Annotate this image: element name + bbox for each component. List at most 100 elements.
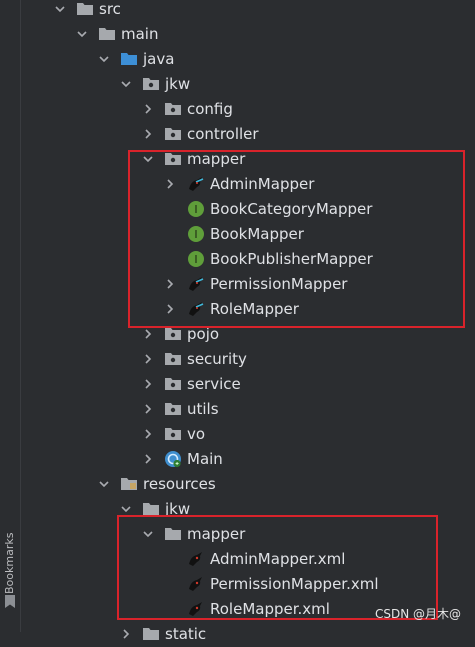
chevron-down-icon[interactable] — [142, 153, 154, 165]
package-icon — [165, 328, 181, 340]
folder-icon — [165, 528, 181, 540]
tree-node-static[interactable]: static — [21, 622, 475, 647]
tree-node-role-mapper[interactable]: RoleMapper — [21, 297, 475, 322]
mybatis-bird-icon — [189, 177, 204, 191]
package-icon — [165, 128, 181, 140]
tree-node-resources-mapper[interactable]: mapper — [21, 522, 475, 547]
tree-node-label: RoleMapper.xml — [210, 600, 330, 618]
package-icon — [143, 78, 159, 90]
interface-icon: I — [188, 251, 204, 267]
tree-node-src[interactable]: src — [21, 0, 475, 22]
tree-node-label: PermissionMapper — [210, 275, 348, 293]
tree-node-label: RoleMapper — [210, 300, 299, 318]
tree-node-label: utils — [187, 400, 219, 418]
chevron-right-icon[interactable] — [142, 453, 154, 465]
mybatis-xml-icon — [189, 552, 202, 566]
package-icon — [165, 153, 181, 165]
tree-node-label: pojo — [187, 325, 220, 343]
chevron-right-icon[interactable] — [164, 278, 176, 290]
chevron-right-icon[interactable] — [142, 403, 154, 415]
interface-icon: I — [188, 201, 204, 217]
chevron-right-icon[interactable] — [164, 178, 176, 190]
tree-node-pojo[interactable]: pojo — [21, 322, 475, 347]
tree-node-main[interactable]: main — [21, 22, 475, 47]
project-tree: src main java jkw config controller mapp… — [21, 0, 475, 643]
interface-letter: I — [194, 253, 197, 266]
tree-node-label: BookCategoryMapper — [210, 200, 373, 218]
tree-node-label: BookMapper — [210, 225, 304, 243]
package-icon — [165, 403, 181, 415]
tree-node-label: java — [143, 50, 175, 68]
tree-node-vo[interactable]: vo — [21, 422, 475, 447]
package-icon — [165, 353, 181, 365]
interface-letter: I — [194, 203, 197, 216]
chevron-right-icon[interactable] — [142, 353, 154, 365]
tree-node-utils[interactable]: utils — [21, 397, 475, 422]
tree-node-label: service — [187, 375, 241, 393]
tree-node-mapper[interactable]: mapper — [21, 147, 475, 172]
chevron-down-icon[interactable] — [54, 3, 66, 15]
tree-node-resources-jkw[interactable]: jkw — [21, 497, 475, 522]
chevron-right-icon[interactable] — [142, 128, 154, 140]
tree-node-label: AdminMapper — [210, 175, 315, 193]
tree-node-label: resources — [143, 475, 216, 493]
mybatis-xml-icon — [189, 602, 202, 616]
bookmarks-tab-label[interactable]: Bookmarks — [3, 533, 16, 594]
chevron-right-icon[interactable] — [142, 378, 154, 390]
source-folder-icon — [121, 53, 137, 65]
chevron-right-icon[interactable] — [142, 428, 154, 440]
interface-icon: I — [188, 226, 204, 242]
tree-node-label: src — [99, 0, 121, 18]
tree-node-label: jkw — [165, 75, 191, 93]
chevron-down-icon[interactable] — [98, 478, 110, 490]
folder-icon — [77, 3, 93, 15]
tree-node-label: security — [187, 350, 247, 368]
tree-node-resources[interactable]: resources — [21, 472, 475, 497]
resources-folder-icon — [121, 478, 137, 490]
tree-node-java[interactable]: java — [21, 47, 475, 72]
tree-node-book-category-mapper[interactable]: I BookCategoryMapper — [21, 197, 475, 222]
tree-node-label: mapper — [187, 525, 246, 543]
tree-node-label: PermissionMapper.xml — [210, 575, 379, 593]
chevron-right-icon[interactable] — [142, 103, 154, 115]
chevron-right-icon[interactable] — [142, 328, 154, 340]
chevron-down-icon[interactable] — [76, 28, 88, 40]
tree-node-label: AdminMapper.xml — [210, 550, 346, 568]
tree-node-admin-mapper-xml[interactable]: AdminMapper.xml — [21, 547, 475, 572]
package-icon — [165, 103, 181, 115]
chevron-right-icon[interactable] — [164, 303, 176, 315]
chevron-down-icon[interactable] — [98, 53, 110, 65]
tree-node-label: config — [187, 100, 233, 118]
chevron-down-icon[interactable] — [120, 78, 132, 90]
tree-node-config[interactable]: config — [21, 97, 475, 122]
mybatis-bird-icon — [189, 302, 204, 316]
watermark: CSDN @月木@ — [374, 607, 461, 621]
tree-node-label: vo — [187, 425, 206, 443]
bookmarks-tool-strip: Bookmarks — [0, 0, 21, 632]
tree-node-label: jkw — [165, 500, 191, 518]
tree-node-label: controller — [187, 125, 259, 143]
chevron-down-icon[interactable] — [120, 503, 132, 515]
tree-node-permission-mapper[interactable]: PermissionMapper — [21, 272, 475, 297]
mybatis-xml-icon — [189, 577, 202, 591]
tree-node-label: Main — [187, 450, 223, 468]
tree-node-security[interactable]: security — [21, 347, 475, 372]
tree-node-controller[interactable]: controller — [21, 122, 475, 147]
tree-node-permission-mapper-xml[interactable]: PermissionMapper.xml — [21, 572, 475, 597]
chevron-down-icon[interactable] — [142, 528, 154, 540]
tree-node-label: mapper — [187, 150, 246, 168]
tree-node-admin-mapper[interactable]: AdminMapper — [21, 172, 475, 197]
tree-node-main-class[interactable]: Main — [21, 447, 475, 472]
folder-icon — [143, 503, 159, 515]
tree-node-book-mapper[interactable]: I BookMapper — [21, 222, 475, 247]
tree-node-service[interactable]: service — [21, 372, 475, 397]
tree-node-jkw[interactable]: jkw — [21, 72, 475, 97]
tree-node-book-publisher-mapper[interactable]: I BookPublisherMapper — [21, 247, 475, 272]
spring-boot-class-icon — [165, 451, 181, 468]
package-icon — [165, 428, 181, 440]
tree-node-label: static — [165, 625, 207, 643]
folder-icon — [143, 628, 159, 640]
chevron-right-icon[interactable] — [120, 628, 132, 640]
interface-letter: I — [194, 228, 197, 241]
bookmark-icon[interactable] — [4, 595, 16, 609]
